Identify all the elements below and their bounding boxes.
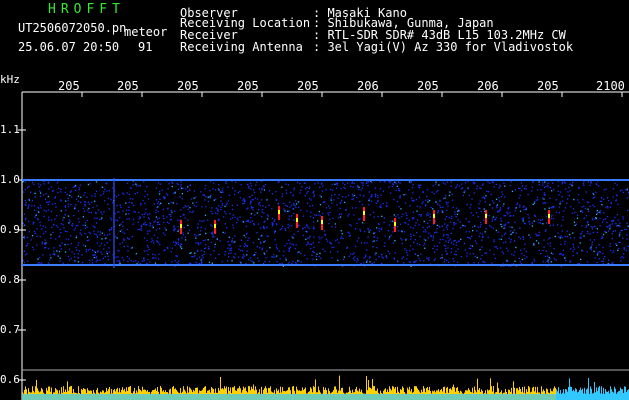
hrofft-brand: HROFFT: [48, 2, 125, 17]
amplitude-base: [22, 394, 629, 400]
meteor-echo-peak: [548, 214, 550, 218]
meteor-echo-peak: [296, 218, 298, 222]
meteor-echo-peak: [394, 222, 396, 226]
meteor-echo-peak: [180, 224, 182, 228]
x-tick-label: 205: [297, 79, 319, 93]
meteor-echo-peak: [214, 224, 216, 228]
antenna-label: Receiving Antenna: [180, 40, 303, 54]
count-label: 91: [138, 40, 153, 54]
y-tick-label: 1.0: [0, 173, 20, 186]
meteor-echo-peak: [363, 211, 365, 215]
y-tick-label: 0.6: [0, 373, 20, 386]
datetime-label: 25.06.07 20:50: [18, 40, 120, 54]
x-tick-label: 205: [177, 79, 199, 93]
y-unit-label: kHz: [0, 73, 20, 86]
x-tick-label: 205: [117, 79, 139, 93]
antenna-value: : 3el Yagi(V) Az 330 for Vladivostok: [313, 40, 574, 54]
y-tick-label: 0.8: [0, 273, 20, 286]
y-tick-label: 0.7: [0, 323, 20, 336]
x-tick-label: 205: [58, 79, 80, 93]
y-tick-label: 0.9: [0, 223, 20, 236]
meteor-echo-peak: [433, 214, 435, 218]
x-tick-label: 206: [357, 79, 379, 93]
meteor-echo-peak: [278, 210, 280, 214]
spectrogram-plot: [18, 91, 629, 400]
x-tick-label: 205: [417, 79, 439, 93]
y-tick-label: 1.1: [0, 123, 20, 136]
x-tick-label: 205: [237, 79, 259, 93]
mode-label: meteor: [124, 25, 168, 39]
x-tick-label: 206: [477, 79, 499, 93]
meteor-echo-peak: [485, 214, 487, 218]
meteor-echo-peak: [321, 220, 323, 224]
vertical-trace: [113, 178, 115, 268]
x-tick-label: 2100: [596, 79, 625, 93]
x-tick-label: 205: [537, 79, 559, 93]
filename-label: UT2506072050.pn: [18, 21, 127, 35]
